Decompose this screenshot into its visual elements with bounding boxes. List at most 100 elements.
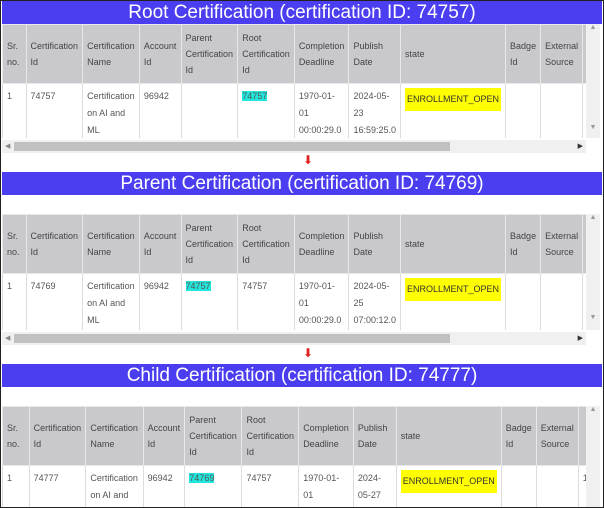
table-cell xyxy=(505,273,542,330)
cell-deadline: 1970-01-01 00:00:29.0 xyxy=(303,473,346,508)
column-header[interactable]: Certification Name xyxy=(85,406,144,466)
cell-root: 74757 xyxy=(242,281,268,291)
column-header[interactable]: state xyxy=(400,24,507,84)
scroll-down-icon[interactable]: ▼ xyxy=(586,124,600,131)
cell-name: Certification on AI and ML xyxy=(90,473,138,508)
table-header-row: Sr. no. Certification Id Certification Nam… xyxy=(2,214,600,274)
table-cell: 74769 xyxy=(184,465,243,508)
scrollbar-thumb[interactable] xyxy=(14,142,450,151)
certification-table-wrapper: Sr. no. Certification Id Certification Nam… xyxy=(2,214,600,330)
cell-publish: 2024-05-25 07:00:12.0 xyxy=(353,281,397,325)
table-cell: 74757 xyxy=(241,465,300,508)
column-header[interactable]: Parent Certification Id xyxy=(184,406,243,466)
cell-publish: 2024-05-23 16:59:25.0 xyxy=(353,91,397,135)
cell-account: 96942 xyxy=(143,281,169,291)
table-cell: 2024-05-23 16:59:25.0 xyxy=(348,83,402,138)
table-cell: 74777 xyxy=(28,465,87,508)
column-header[interactable]: Sr. no. xyxy=(2,406,30,466)
column-header[interactable]: Badge Id xyxy=(500,406,537,466)
column-header[interactable]: Sr. no. xyxy=(2,24,27,84)
column-header[interactable]: Publish Date xyxy=(352,406,397,466)
table-cell: 1970-01-01 00:00:29.0 xyxy=(293,273,350,330)
table-cell: 96942 xyxy=(142,465,186,508)
column-header[interactable]: Certification Name xyxy=(82,214,140,274)
table-cell: 74757 xyxy=(180,273,239,330)
scroll-left-icon[interactable]: ◀ xyxy=(5,334,10,342)
column-header[interactable]: Account Id xyxy=(138,24,182,84)
horizontal-scrollbar[interactable]: ◀ ▶ xyxy=(2,332,586,345)
scroll-right-icon[interactable]: ▶ xyxy=(578,334,583,342)
column-header[interactable]: Completion Deadline xyxy=(298,406,354,466)
column-header[interactable]: Publish Date xyxy=(348,24,402,84)
down-arrow-icon: ⬇ xyxy=(303,346,314,360)
column-header[interactable]: state xyxy=(395,406,502,466)
table-cell: 96942 xyxy=(138,273,182,330)
table-cell: 1 xyxy=(2,465,30,508)
table-cell: 1970-01-01 00:00:29.0 xyxy=(293,83,350,138)
column-header[interactable]: External Source xyxy=(540,24,584,84)
state-badge: ENROLLMENT_OPEN xyxy=(405,278,502,301)
highlighted-id: 74757 xyxy=(185,281,211,291)
table-header-row: Sr. no. Certification Id Certification Nam… xyxy=(2,406,600,466)
table-cell: 74757 xyxy=(237,273,295,330)
vertical-scrollbar[interactable]: ▲ xyxy=(586,406,600,508)
column-header[interactable]: External Source xyxy=(535,406,579,466)
column-header[interactable]: Badge Id xyxy=(505,214,542,274)
table-row: 1 74777 Certification on AI and ML 96942 747… xyxy=(2,465,600,508)
column-header[interactable]: Parent Certification Id xyxy=(180,214,239,274)
column-header[interactable]: Publish Date xyxy=(348,214,402,274)
cell-name: Certification on AI and ML xyxy=(87,281,135,325)
table-cell: ENROLLMENT_OPEN xyxy=(400,83,507,138)
scrollbar-thumb[interactable] xyxy=(14,334,450,343)
column-header[interactable]: Root Certification Id xyxy=(237,214,295,274)
scroll-left-icon[interactable]: ◀ xyxy=(5,142,10,150)
column-header[interactable]: Parent Certification Id xyxy=(180,24,239,84)
column-header[interactable]: Certification Id xyxy=(28,406,87,466)
column-header[interactable]: Certification Id xyxy=(25,214,84,274)
column-header[interactable]: state xyxy=(400,214,507,274)
table-row: 1 74757 Certification on AI and ML 96942 747… xyxy=(2,83,600,138)
cell-sr: 1 xyxy=(7,281,13,291)
column-header[interactable]: Root Certification Id xyxy=(241,406,300,466)
table-cell: ENROLLMENT_OPEN xyxy=(395,465,502,508)
table-header-row: Sr. no. Certification Id Certification Nam… xyxy=(2,24,600,84)
table-cell: 74757 xyxy=(25,83,84,138)
table-cell: 1 xyxy=(2,83,27,138)
column-header[interactable]: External Source xyxy=(540,214,584,274)
table-cell: 2024-05-27 xyxy=(352,465,397,508)
column-header[interactable]: Completion Deadline xyxy=(293,214,350,274)
table-cell: ENROLLMENT_OPEN xyxy=(400,273,507,330)
column-header[interactable]: Sr. no. xyxy=(2,214,27,274)
table-cell xyxy=(180,83,239,138)
scroll-up-icon[interactable]: ▲ xyxy=(586,406,600,413)
table-cell xyxy=(500,465,537,508)
column-header[interactable]: Account Id xyxy=(138,214,182,274)
certification-table-wrapper: Sr. no. Certification Id Certification Nam… xyxy=(2,24,600,138)
column-header[interactable]: Root Certification Id xyxy=(237,24,295,84)
column-header[interactable]: Completion Deadline xyxy=(293,24,350,84)
highlighted-id: 74769 xyxy=(189,473,215,483)
cell-publish: 2024-05-27 xyxy=(357,473,381,500)
scroll-up-icon[interactable]: ▲ xyxy=(586,214,600,221)
table-cell xyxy=(535,465,579,508)
table-cell: Certification on AI and ML xyxy=(85,465,144,508)
horizontal-scrollbar[interactable]: ◀ ▶ xyxy=(2,140,586,153)
certification-table-wrapper: Sr. no. Certification Id Certification Nam… xyxy=(2,406,600,508)
column-header[interactable]: Account Id xyxy=(142,406,186,466)
cell-account: 96942 xyxy=(147,473,173,483)
state-badge: ENROLLMENT_OPEN xyxy=(405,88,502,111)
table-row: 1 74769 Certification on AI and ML 96942 747… xyxy=(2,273,600,330)
scroll-up-icon[interactable]: ▲ xyxy=(586,24,600,31)
scroll-right-icon[interactable]: ▶ xyxy=(578,142,583,150)
column-header[interactable]: Badge Id xyxy=(505,24,542,84)
column-header[interactable]: Certification Id xyxy=(25,24,84,84)
table-cell xyxy=(540,273,584,330)
cell-root: 74757 xyxy=(246,473,272,483)
cell-deadline: 1970-01-01 00:00:29.0 xyxy=(298,91,342,135)
scroll-down-icon[interactable]: ▼ xyxy=(586,314,600,321)
column-header[interactable]: Certification Name xyxy=(82,24,140,84)
table-cell: 2024-05-25 07:00:12.0 xyxy=(348,273,402,330)
state-badge: ENROLLMENT_OPEN xyxy=(400,470,497,493)
vertical-scrollbar[interactable]: ▲ ▼ xyxy=(586,24,600,138)
vertical-scrollbar[interactable]: ▲ ▼ xyxy=(586,214,600,330)
